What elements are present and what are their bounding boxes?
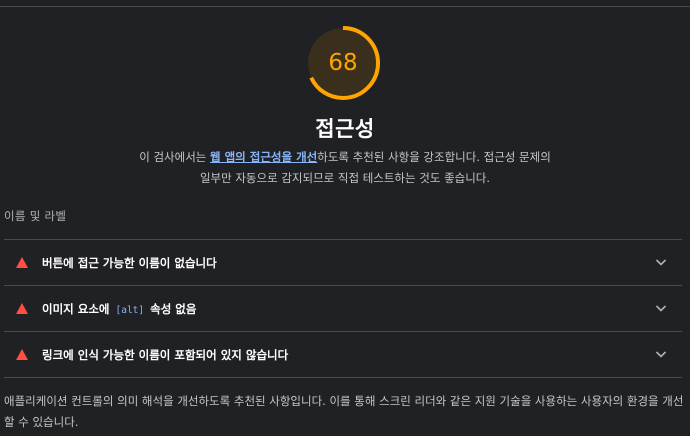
category-title: 접근성 <box>315 117 375 141</box>
divider <box>4 377 682 378</box>
audit-title: 이미지 요소에 [alt] 속성 없음 <box>42 301 196 317</box>
learn-more-link[interactable]: 웹 앱의 접근성을 개선 <box>210 150 317 164</box>
audit-title-text: 이미지 요소에 <box>42 302 114 316</box>
code-snippet: [alt] <box>115 305 145 316</box>
fail-triangle-icon <box>16 303 28 314</box>
chevron-down-icon[interactable] <box>654 301 668 315</box>
audit-link-name[interactable]: 링크에 인식 가능한 이름이 포함되어 있지 않습니다 <box>4 331 682 377</box>
fail-triangle-icon <box>16 349 28 360</box>
lighthouse-accessibility-report: 68 접근성 이 검사에서는 웹 앱의 접근성을 개선하도록 추천된 사항을 강… <box>0 0 690 436</box>
audit-title: 버튼에 접근 가능한 이름이 없습니다 <box>42 256 217 270</box>
chevron-down-icon[interactable] <box>654 347 668 361</box>
audit-title: 링크에 인식 가능한 이름이 포함되어 있지 않습니다 <box>42 348 289 362</box>
audit-title-text-continued: 속성 없음 <box>146 302 197 316</box>
category-description: 이 검사에서는 웹 앱의 접근성을 개선하도록 추천된 사항을 강조합니다. 접… <box>138 147 552 189</box>
score-gauge[interactable]: 68 <box>305 25 381 101</box>
audit-button-name[interactable]: 버튼에 접근 가능한 이름이 없습니다 <box>4 239 682 285</box>
chevron-down-icon[interactable] <box>654 255 668 269</box>
audit-image-alt[interactable]: 이미지 요소에 [alt] 속성 없음 <box>4 285 682 331</box>
fail-triangle-icon <box>16 257 28 268</box>
score-value: 68 <box>328 50 358 76</box>
divider <box>0 6 690 7</box>
audit-group-description: 애플리케이션 컨트롤의 의미 해석을 개선하도록 추천된 사항입니다. 이를 통… <box>4 394 684 429</box>
description-text: 이 검사에서는 <box>139 150 211 164</box>
audit-group-title: 이름 및 라벨 <box>4 209 67 223</box>
